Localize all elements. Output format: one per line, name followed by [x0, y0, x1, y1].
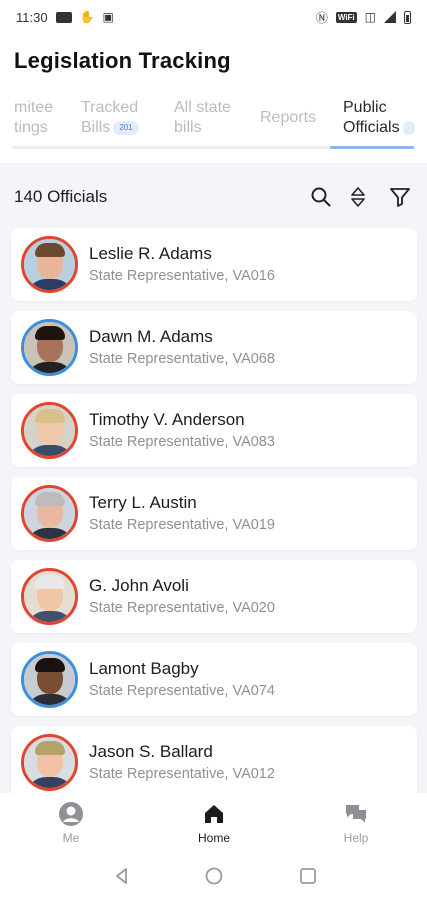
filter-icon[interactable] [388, 185, 412, 209]
official-avatar [21, 485, 78, 542]
tracked-bills-count-badge: 201 [113, 120, 139, 135]
official-name: Timothy V. Anderson [89, 410, 245, 429]
official-avatar [21, 402, 78, 459]
chat-help-icon [346, 805, 366, 823]
official-role: State Representative, VA019 [89, 517, 275, 533]
back-icon[interactable] [111, 865, 133, 887]
tab-public-officials[interactable]: Public Officials [343, 98, 415, 138]
official-card[interactable]: Terry L. Austin State Representative, VA0… [11, 477, 417, 550]
battery-icon [404, 10, 411, 24]
official-card[interactable]: Dawn M. Adams State Representative, VA068 [11, 311, 417, 384]
wifi-calling-icon: WiFi [335, 11, 357, 23]
tab-label: Tracked Bills 201 [81, 99, 139, 136]
tab-label: Reports [260, 109, 317, 126]
official-role: State Representative, VA083 [89, 434, 275, 450]
system-navigation-bar [0, 853, 427, 900]
official-avatar [21, 236, 78, 293]
official-card[interactable]: Lamont Bagby State Representative, VA074 [11, 643, 417, 716]
official-card[interactable]: G. John Avoli State Representative, VA020 [11, 560, 417, 633]
official-role: State Representative, VA020 [89, 600, 275, 616]
sort-icon[interactable] [346, 185, 370, 209]
official-role: State Representative, VA068 [89, 351, 275, 367]
status-bar: 11:30 ✋ ▣ Ⓝ WiFi ◫ [0, 0, 427, 34]
search-icon[interactable] [309, 185, 333, 209]
nav-home-label: Home [197, 831, 230, 845]
home-circle-icon[interactable] [203, 865, 225, 887]
official-card[interactable]: Timothy V. Anderson State Representative,… [11, 394, 417, 467]
official-avatar [21, 319, 78, 376]
official-name: Terry L. Austin [89, 493, 197, 512]
nfc-icon: Ⓝ [315, 10, 328, 25]
official-avatar [21, 651, 78, 708]
nav-help-label: Help [343, 831, 369, 845]
official-name: Dawn M. Adams [89, 327, 213, 346]
tab-tracked-bills[interactable]: Tracked Bills 201 [81, 98, 139, 138]
official-name: G. John Avoli [89, 576, 189, 595]
user-avatar-icon [59, 802, 83, 826]
official-role: State Representative, VA074 [89, 683, 275, 699]
tab-bar: mitee tings Tracked Bills 201 All state bi… [0, 92, 427, 150]
signal-icon [384, 11, 396, 23]
app-notification-icon: ▣ [102, 10, 114, 24]
tab-label: mitee tings [14, 99, 54, 136]
tab-committee-meetings[interactable]: mitee tings [14, 98, 53, 138]
official-name: Lamont Bagby [89, 659, 199, 678]
hand-icon: ✋ [79, 10, 95, 24]
recents-icon[interactable] [297, 865, 319, 887]
nav-me[interactable]: Me [31, 801, 111, 845]
official-name: Leslie R. Adams [89, 244, 212, 263]
official-avatar [21, 734, 78, 791]
official-role: State Representative, VA012 [89, 766, 275, 782]
nav-home[interactable]: Home [174, 801, 254, 845]
home-icon [205, 805, 223, 823]
official-card[interactable]: Jason S. Ballard State Representative, VA… [11, 726, 417, 793]
official-avatar [21, 568, 78, 625]
nav-help[interactable]: Help [316, 801, 396, 845]
public-officials-count-badge [402, 120, 415, 135]
tab-label: Public Officials [343, 98, 415, 138]
youtube-icon [55, 11, 72, 23]
tab-all-state-bills[interactable]: All state bills [174, 98, 231, 138]
vibrate-icon: ◫ [364, 10, 376, 24]
bottom-navigation: Me Home Help [0, 793, 427, 853]
page-title: Legislation Tracking [14, 48, 231, 73]
officials-count: 140 Officials [14, 187, 108, 206]
tab-label: All state bills [174, 99, 231, 136]
tab-reports[interactable]: Reports [260, 108, 316, 128]
official-role: State Representative, VA016 [89, 268, 275, 284]
tab-active-indicator [330, 146, 414, 149]
status-time: 11:30 [16, 9, 48, 25]
official-name: Jason S. Ballard [89, 742, 213, 761]
official-card[interactable]: Leslie R. Adams State Representative, VA0… [11, 228, 417, 301]
officials-list[interactable]: 140 Officials Leslie R. Adams State Repre… [0, 163, 427, 793]
nav-me-label: Me [62, 831, 80, 845]
